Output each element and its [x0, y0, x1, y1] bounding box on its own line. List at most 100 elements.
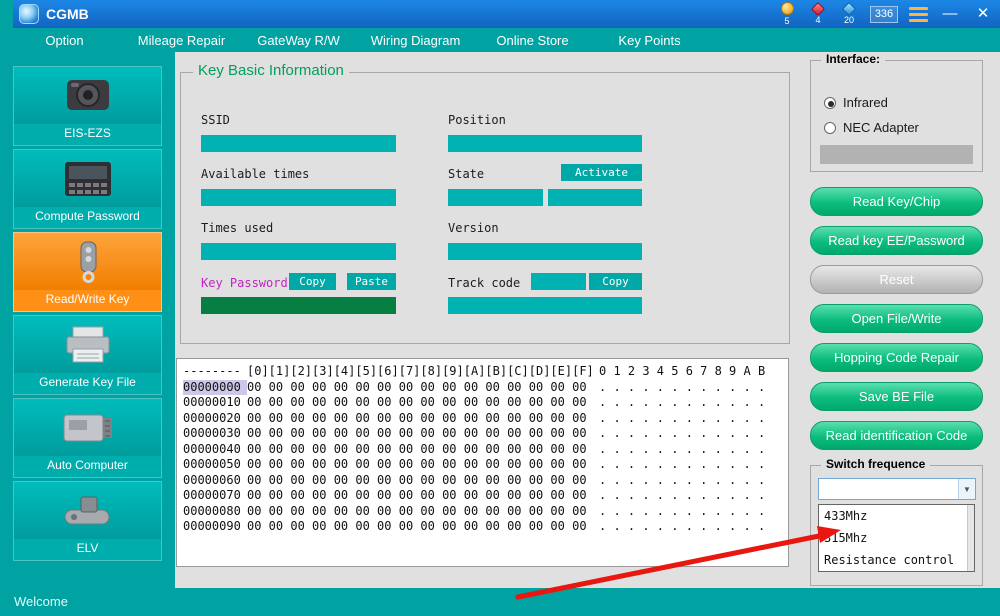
- hex-viewer[interactable]: -------- [0][1][2][3][4][5][6][7][8][9][A…: [176, 358, 789, 567]
- position-label: Position: [448, 113, 506, 127]
- state-field-left[interactable]: [448, 189, 543, 206]
- open-file-write-button[interactable]: Open File/Write: [810, 304, 983, 333]
- menubar: Option Mileage Repair GateWay R/W Wiring…: [0, 28, 1000, 52]
- hex-bytes: 00 00 00 00 00 00 00 00 00 00 00 00 00 0…: [247, 519, 587, 533]
- blue-gem-badge: 20: [839, 1, 859, 25]
- track-code-inline-field[interactable]: [531, 273, 586, 290]
- hex-ascii: . . . . . . . . . . . .: [599, 472, 766, 487]
- read-key-chip-button[interactable]: Read Key/Chip: [810, 187, 983, 216]
- save-be-file-button[interactable]: Save BE File: [810, 382, 983, 411]
- hex-ascii: . . . . . . . . . . . .: [599, 395, 766, 409]
- menu-gateway-rw[interactable]: GateWay R/W: [240, 28, 357, 52]
- elv-icon: [14, 482, 161, 539]
- hex-row: 00000080 00 00 00 00 00 00 00 00 00 00 00…: [183, 504, 788, 520]
- menu-mileage-repair[interactable]: Mileage Repair: [123, 28, 240, 52]
- hex-addr: 00000080: [183, 503, 241, 518]
- sidebar-item-eis-ezs[interactable]: EIS-EZS: [13, 66, 162, 146]
- hex-row: 00000050 00 00 00 00 00 00 00 00 00 00 00…: [183, 457, 788, 473]
- sidebar-item-read-write-key[interactable]: Read/Write Key: [13, 232, 162, 312]
- sidebar-item-label: EIS-EZS: [64, 126, 111, 140]
- hex-addr: 00000060: [183, 472, 241, 487]
- hex-ascii: . . . . . . . . . . . .: [599, 426, 766, 440]
- available-times-label: Available times: [201, 167, 310, 181]
- radio-nec-adapter[interactable]: NEC Adapter: [824, 120, 919, 135]
- key-password-field[interactable]: [201, 297, 396, 314]
- hex-bytes: 00 00 00 00 00 00 00 00 00 00 00 00 00 0…: [247, 395, 587, 409]
- hex-cols-header: [0][1][2][3][4][5][6][7][8][9][A][B][C][…: [247, 364, 594, 378]
- counter-badge: 336: [870, 5, 898, 23]
- ssid-field[interactable]: [201, 135, 396, 152]
- status-bar: [175, 588, 1000, 616]
- times-used-field[interactable]: [201, 243, 396, 260]
- hex-row: 00000040 00 00 00 00 00 00 00 00 00 00 00…: [183, 442, 788, 458]
- sidebar-item-elv[interactable]: ELV: [13, 481, 162, 561]
- key-basic-information-group: Key Basic Information SSID Position Avai…: [180, 62, 790, 344]
- compute-password-icon: [14, 150, 161, 207]
- menu-online-store[interactable]: Online Store: [474, 28, 591, 52]
- generate-key-file-icon: [14, 316, 161, 373]
- hex-row: 00000000 00 00 00 00 00 00 00 00 00 00 00…: [183, 379, 788, 395]
- track-code-label: Track code: [448, 276, 521, 290]
- hex-ascii: . . . . . . . . . . . .: [599, 488, 766, 502]
- radio-infrared[interactable]: Infrared: [824, 95, 888, 110]
- sidebar-item-auto-computer[interactable]: Auto Computer: [13, 398, 162, 478]
- hex-row: 00000070 00 00 00 00 00 00 00 00 00 00 00…: [183, 488, 788, 504]
- activate-button[interactable]: Activate: [561, 164, 642, 181]
- minimize-button[interactable]: —: [939, 0, 961, 28]
- state-label: State: [448, 167, 485, 181]
- window-title: CGMB: [46, 6, 89, 22]
- auto-computer-icon: [14, 399, 161, 456]
- dropdown-item-resistance-control[interactable]: Resistance control: [819, 549, 974, 571]
- hex-ascii-header: 0 1 2 3 4 5 6 7 8 9 A B: [599, 364, 766, 378]
- menu-wiring-diagram[interactable]: Wiring Diagram: [357, 28, 474, 52]
- hex-row: 00000030 00 00 00 00 00 00 00 00 00 00 00…: [183, 426, 788, 442]
- sidebar: EIS-EZS Compute Password Read/Write Key …: [0, 52, 175, 616]
- menu-option[interactable]: Option: [6, 28, 123, 52]
- track-code-field[interactable]: [448, 297, 642, 314]
- hopping-code-repair-button[interactable]: Hopping Code Repair: [810, 343, 983, 372]
- frequency-combobox[interactable]: ▼: [818, 478, 976, 500]
- hex-addr: 00000030: [183, 426, 241, 440]
- chevron-down-icon[interactable]: ▼: [958, 479, 975, 499]
- red-gem-icon: [810, 1, 826, 17]
- menu-key-points[interactable]: Key Points: [591, 28, 708, 52]
- coin-badge: 5: [777, 2, 797, 26]
- sidebar-item-label: ELV: [76, 541, 99, 555]
- red-gem-badge: 4: [808, 1, 828, 25]
- sidebar-item-label: Auto Computer: [47, 458, 128, 472]
- position-field[interactable]: [448, 135, 642, 152]
- hex-row: 00000010 00 00 00 00 00 00 00 00 00 00 00…: [183, 395, 788, 411]
- eis-ezs-icon: [14, 67, 161, 124]
- hex-addr: 00000070: [183, 488, 241, 502]
- sidebar-item-generate-key-file[interactable]: Generate Key File: [13, 315, 162, 395]
- reset-button[interactable]: Reset: [810, 265, 983, 294]
- hex-bytes: 00 00 00 00 00 00 00 00 00 00 00 00 00 0…: [247, 472, 587, 487]
- hex-ascii: . . . . . . . . . . . .: [599, 410, 766, 425]
- menu-icon[interactable]: [909, 6, 928, 22]
- dropdown-scrollbar[interactable]: [967, 505, 974, 571]
- hex-row: 00000020 00 00 00 00 00 00 00 00 00 00 00…: [183, 411, 788, 427]
- blue-gem-count: 20: [843, 15, 854, 25]
- hex-ascii: . . . . . . . . . . . .: [599, 379, 766, 394]
- available-times-field[interactable]: [201, 189, 396, 206]
- paste-button[interactable]: Paste: [347, 273, 396, 290]
- version-field[interactable]: [448, 243, 642, 260]
- sidebar-item-compute-password[interactable]: Compute Password: [13, 149, 162, 229]
- status-welcome-text: Welcome: [14, 594, 68, 609]
- hex-addr: 00000040: [183, 441, 241, 456]
- hex-bytes: 00 00 00 00 00 00 00 00 00 00 00 00 00 0…: [247, 488, 587, 502]
- radio-unselected-icon: [824, 121, 836, 134]
- combobox-value: [819, 479, 958, 499]
- hex-header: -------- [0][1][2][3][4][5][6][7][8][9][A…: [183, 364, 788, 380]
- dropdown-item-433mhz[interactable]: 433Mhz: [819, 505, 974, 527]
- state-field-right[interactable]: [548, 189, 642, 206]
- read-identification-code-button[interactable]: Read identification Code: [810, 421, 983, 450]
- copy-button[interactable]: Copy: [289, 273, 336, 290]
- dropdown-item-315mhz[interactable]: 315Mhz: [819, 527, 974, 549]
- titlebar: CGMB 5 4 20 336 — ✕: [0, 0, 1000, 28]
- read-key-ee-password-button[interactable]: Read key EE/Password: [810, 226, 983, 255]
- red-gem-count: 4: [815, 15, 821, 25]
- hex-bytes: 00 00 00 00 00 00 00 00 00 00 00 00 00 0…: [247, 503, 587, 518]
- track-copy-button[interactable]: Copy: [589, 273, 642, 290]
- close-button[interactable]: ✕: [972, 0, 994, 28]
